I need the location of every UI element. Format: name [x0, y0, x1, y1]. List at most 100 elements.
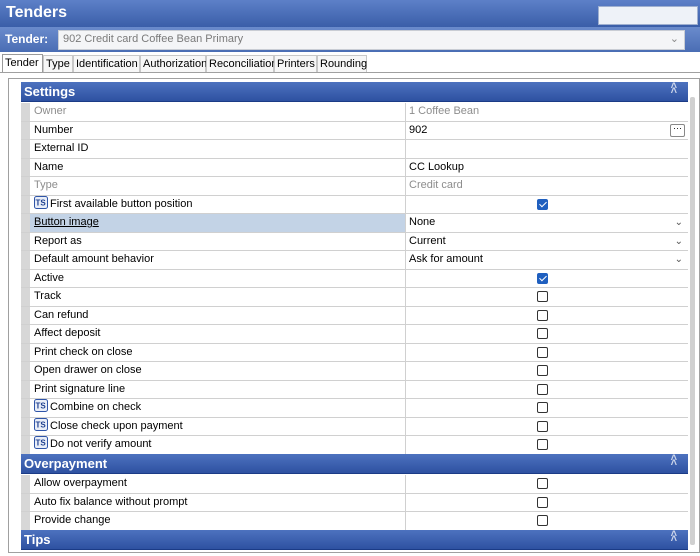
property-label: Print check on close	[34, 345, 133, 358]
section-title: Tips	[24, 532, 51, 547]
tender-combo[interactable]: 902 Credit card Coffee Bean Primary ⌄	[58, 30, 685, 50]
chevron-down-icon[interactable]: ⌄	[670, 32, 679, 45]
row-gutter	[21, 475, 30, 493]
checkbox[interactable]	[537, 272, 548, 284]
property-row: Type Credit card	[21, 177, 688, 196]
checkbox[interactable]	[537, 496, 548, 508]
property-value[interactable]: CC Lookup	[406, 159, 688, 177]
section-header-tips[interactable]: Tips ˄ ˄	[21, 529, 688, 550]
property-row: Open drawer on close	[21, 362, 688, 381]
row-gutter	[21, 158, 30, 176]
row-gutter	[21, 362, 30, 380]
property-label: Open drawer on close	[34, 364, 142, 376]
property-value: Credit card	[406, 177, 688, 195]
checkbox[interactable]	[537, 198, 548, 210]
property-value[interactable]	[406, 512, 688, 530]
property-value[interactable]	[406, 325, 688, 343]
property-value[interactable]	[406, 196, 688, 214]
property-name: Name	[30, 158, 406, 176]
property-value-text: CC Lookup	[409, 160, 465, 173]
property-value[interactable]	[406, 418, 688, 436]
scrollbar-thumb[interactable]	[690, 97, 695, 545]
checkbox[interactable]	[537, 515, 548, 526]
property-value[interactable]	[406, 494, 688, 512]
chevron-down-icon[interactable]: ⌄	[675, 251, 683, 268]
property-value[interactable]	[406, 381, 688, 399]
tab-rounding[interactable]: Rounding	[317, 55, 367, 72]
property-name: Active	[30, 269, 406, 287]
property-value[interactable]	[406, 436, 688, 454]
row-gutter	[21, 121, 30, 139]
property-value[interactable]	[406, 270, 688, 288]
row-gutter	[21, 399, 30, 417]
double-chevron-up-icon[interactable]: ˄ ˄	[671, 529, 677, 545]
checkbox[interactable]	[537, 328, 548, 339]
row-gutter	[21, 269, 30, 287]
property-value[interactable]: None ⌄	[406, 214, 688, 232]
property-label: Report as	[34, 234, 82, 247]
checkbox[interactable]	[537, 439, 548, 450]
property-value: 1 Coffee Bean	[406, 103, 688, 121]
checkbox[interactable]	[537, 346, 548, 358]
property-value-text: 902	[409, 123, 428, 136]
property-value[interactable]	[406, 399, 688, 417]
property-name[interactable]: Button image	[30, 214, 406, 232]
property-label: Active	[34, 271, 64, 284]
property-label: First available button position	[50, 197, 193, 210]
property-row: TS Do not verify amount	[21, 436, 688, 455]
property-name: Affect deposit	[30, 325, 406, 343]
property-label: Button image	[34, 216, 99, 228]
property-value[interactable]	[406, 344, 688, 362]
property-value[interactable]: Ask for amount ⌄	[406, 251, 688, 269]
property-value[interactable]: Current ⌄	[406, 233, 688, 251]
checkbox[interactable]	[537, 291, 548, 302]
property-row: Provide change	[21, 512, 688, 531]
property-value[interactable]	[406, 307, 688, 325]
tab-printers[interactable]: Printers	[274, 55, 317, 72]
property-value[interactable]	[406, 362, 688, 380]
row-gutter	[21, 380, 30, 398]
row-gutter	[21, 343, 30, 361]
window-title: Tenders	[6, 4, 68, 21]
checkbox[interactable]	[537, 478, 548, 489]
checkbox[interactable]	[537, 402, 548, 413]
checkbox[interactable]	[537, 365, 548, 376]
checkbox[interactable]	[537, 383, 548, 395]
property-label: Track	[34, 290, 62, 302]
ellipsis-icon[interactable]: ···	[670, 123, 685, 137]
svg-text:TS: TS	[36, 402, 47, 411]
tab-reconciliation[interactable]: Reconciliation	[206, 55, 277, 72]
property-value[interactable]: 902 ···	[406, 122, 688, 140]
tab-type[interactable]: Type	[43, 55, 73, 72]
double-chevron-up-icon[interactable]: ˄ ˄	[671, 81, 677, 97]
property-name: Default amount behavior	[30, 251, 406, 269]
tab-tender[interactable]: Tender	[2, 54, 43, 73]
property-name: Print signature line	[30, 380, 406, 398]
section-header-settings[interactable]: Settings ˄ ˄	[21, 81, 688, 102]
property-name: Report as	[30, 232, 406, 250]
chevron-down-icon[interactable]: ⌄	[675, 233, 683, 250]
section-header-overpayment[interactable]: Overpayment ˄ ˄	[21, 453, 688, 474]
row-gutter	[21, 232, 30, 250]
property-row: Print signature line	[21, 380, 688, 399]
property-label: Provide change	[34, 514, 111, 526]
checkbox[interactable]	[537, 420, 548, 432]
tab-identification[interactable]: Identification	[73, 55, 140, 72]
chevron-down-icon[interactable]: ⌄	[675, 214, 683, 231]
ts-mode-icon: TS	[34, 417, 48, 431]
title-search-box[interactable]	[598, 6, 698, 25]
property-name: Print check on close	[30, 343, 406, 361]
property-value[interactable]	[406, 288, 688, 306]
vertical-scrollbar[interactable]	[688, 97, 697, 547]
property-label: Default amount behavior	[34, 253, 154, 265]
row-gutter	[21, 288, 30, 306]
property-label: Number	[34, 123, 74, 136]
double-chevron-up-icon[interactable]: ˄ ˄	[671, 453, 677, 469]
property-value[interactable]	[406, 140, 688, 158]
property-value[interactable]	[406, 475, 688, 493]
property-row: External ID	[21, 140, 688, 159]
property-row: Report as Current ⌄	[21, 232, 688, 251]
checkbox[interactable]	[537, 309, 548, 321]
property-name: Owner	[30, 103, 406, 121]
tab-authorization[interactable]: Authorization	[140, 55, 207, 72]
